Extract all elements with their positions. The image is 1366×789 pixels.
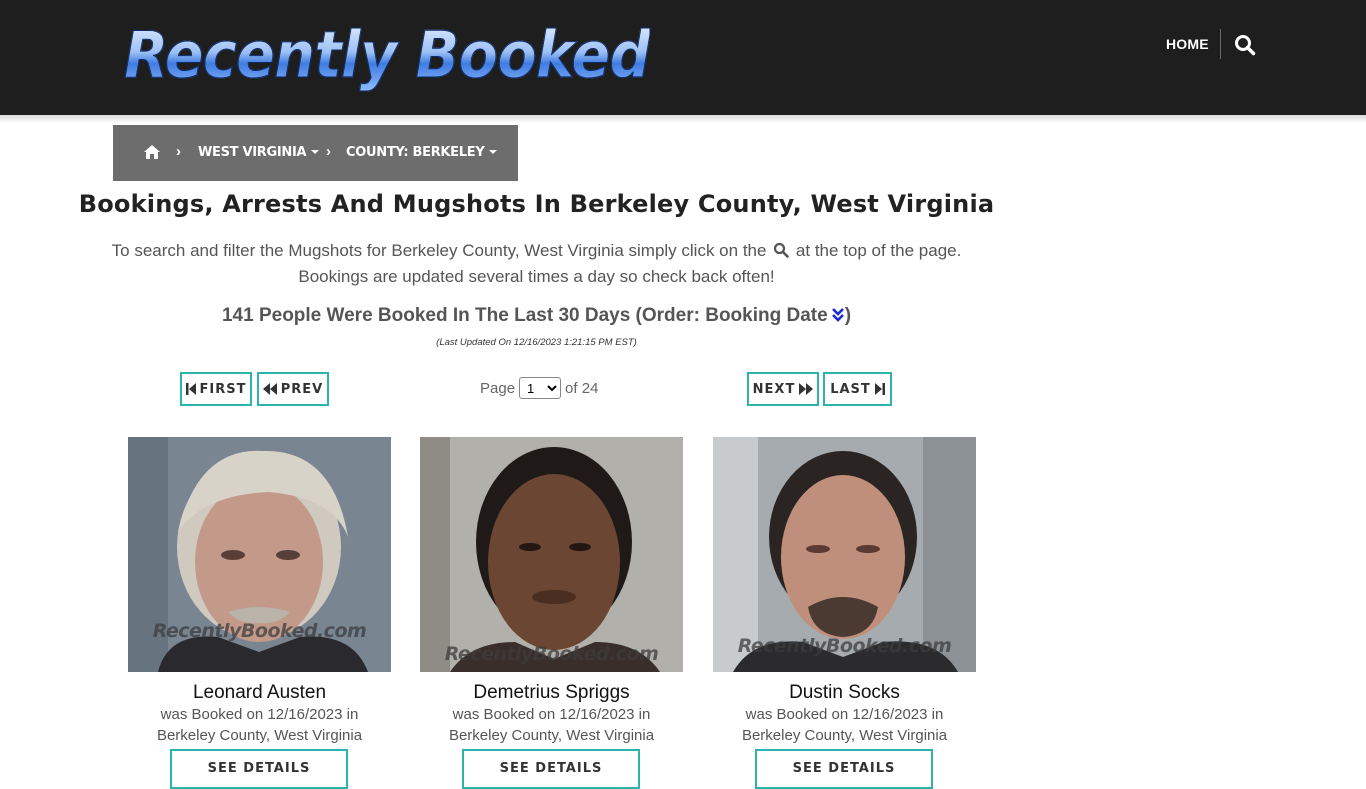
page-selector: Page 1 of 24	[480, 377, 598, 399]
see-details-button[interactable]: SEE DETAILS	[755, 749, 933, 789]
booking-location: Berkeley County, West Virginia	[741, 727, 948, 744]
person-name[interactable]: Demetrius Spriggs	[420, 682, 683, 704]
booking-count-close: )	[844, 305, 852, 326]
booking-count: 141 People Were Booked In The Last 30 Da…	[0, 305, 1073, 327]
mugshot-photo[interactable]: RecentlyBooked.com	[713, 437, 976, 672]
see-details-button[interactable]: SEE DETAILS	[462, 749, 640, 789]
first-page-button[interactable]: FIRST	[180, 372, 252, 406]
home-icon[interactable]	[143, 144, 161, 160]
first-page-label: FIRST	[199, 381, 247, 397]
booking-card: RecentlyBooked.com Leonard Austen was Bo…	[128, 437, 391, 789]
last-page-button[interactable]: LAST	[823, 372, 892, 406]
mugshot-photo[interactable]: RecentlyBooked.com	[420, 437, 683, 672]
person-name[interactable]: Dustin Socks	[713, 682, 976, 704]
last-updated: (Last Updated On 12/16/2023 1:21:15 PM E…	[436, 337, 637, 348]
forward-icon	[799, 383, 814, 395]
page-select[interactable]: 1	[519, 377, 562, 399]
intro-text-line2: Bookings are updated several times a day…	[298, 267, 775, 286]
search-icon[interactable]	[1234, 34, 1256, 56]
backward-icon	[262, 383, 277, 395]
breadcrumb-separator: ›	[176, 143, 181, 160]
booking-card: RecentlyBooked.com Dustin Socks was Book…	[713, 437, 976, 789]
search-icon	[773, 240, 789, 258]
booking-date: was Booked on 12/16/2023 in	[160, 706, 359, 723]
booking-card: RecentlyBooked.com Demetrius Spriggs was…	[420, 437, 683, 789]
prev-page-button[interactable]: PREV	[257, 372, 329, 406]
nav-divider	[1220, 29, 1221, 59]
next-page-label: NEXT	[752, 381, 796, 397]
booking-location: Berkeley County, West Virginia	[448, 727, 655, 744]
booking-date: was Booked on 12/16/2023 in	[745, 706, 944, 723]
next-page-button[interactable]: NEXT	[747, 372, 819, 406]
photo-watermark: RecentlyBooked.com	[444, 643, 659, 665]
breadcrumb-state-label: WEST VIRGINIA	[198, 145, 307, 160]
nav-home-link[interactable]: HOME	[1166, 36, 1209, 52]
page-title: Bookings, Arrests And Mugshots In Berkel…	[78, 190, 995, 218]
booking-location: Berkeley County, West Virginia	[156, 727, 363, 744]
step-backward-icon	[185, 383, 196, 395]
person-name[interactable]: Leonard Austen	[128, 682, 391, 704]
double-chevron-down-icon[interactable]	[831, 307, 845, 323]
photo-watermark: RecentlyBooked.com	[152, 620, 367, 642]
breadcrumb-county-dropdown[interactable]: COUNTY: BERKELEY	[346, 145, 498, 160]
breadcrumb-separator: ›	[326, 143, 331, 160]
page-total: of 24	[565, 379, 599, 397]
breadcrumb-county-label: COUNTY: BERKELEY	[346, 145, 485, 160]
breadcrumb-state-dropdown[interactable]: WEST VIRGINIA	[198, 145, 320, 160]
booking-count-text: 141 People Were Booked In The Last 30 Da…	[221, 305, 828, 326]
site-logo[interactable]: Recently Booked	[124, 18, 652, 94]
prev-page-label: PREV	[280, 381, 324, 397]
header-shadow	[0, 115, 1366, 123]
intro-text: To search and filter the Mugshots for Be…	[100, 238, 973, 290]
booking-date: was Booked on 12/16/2023 in	[452, 706, 651, 723]
photo-watermark: RecentlyBooked.com	[737, 635, 952, 657]
caret-down-icon	[489, 149, 498, 154]
intro-text-after: at the top of the page.	[795, 241, 962, 260]
page-label: Page	[480, 379, 516, 397]
see-details-button[interactable]: SEE DETAILS	[170, 749, 348, 789]
breadcrumb: › WEST VIRGINIA › COUNTY: BERKELEY	[113, 125, 518, 181]
caret-down-icon	[311, 149, 320, 154]
intro-text-before: To search and filter the Mugshots for Be…	[111, 241, 767, 260]
step-forward-icon	[874, 383, 885, 395]
site-header: Recently Booked HOME	[0, 0, 1366, 115]
last-page-label: LAST	[830, 381, 871, 397]
mugshot-photo[interactable]: RecentlyBooked.com	[128, 437, 391, 672]
